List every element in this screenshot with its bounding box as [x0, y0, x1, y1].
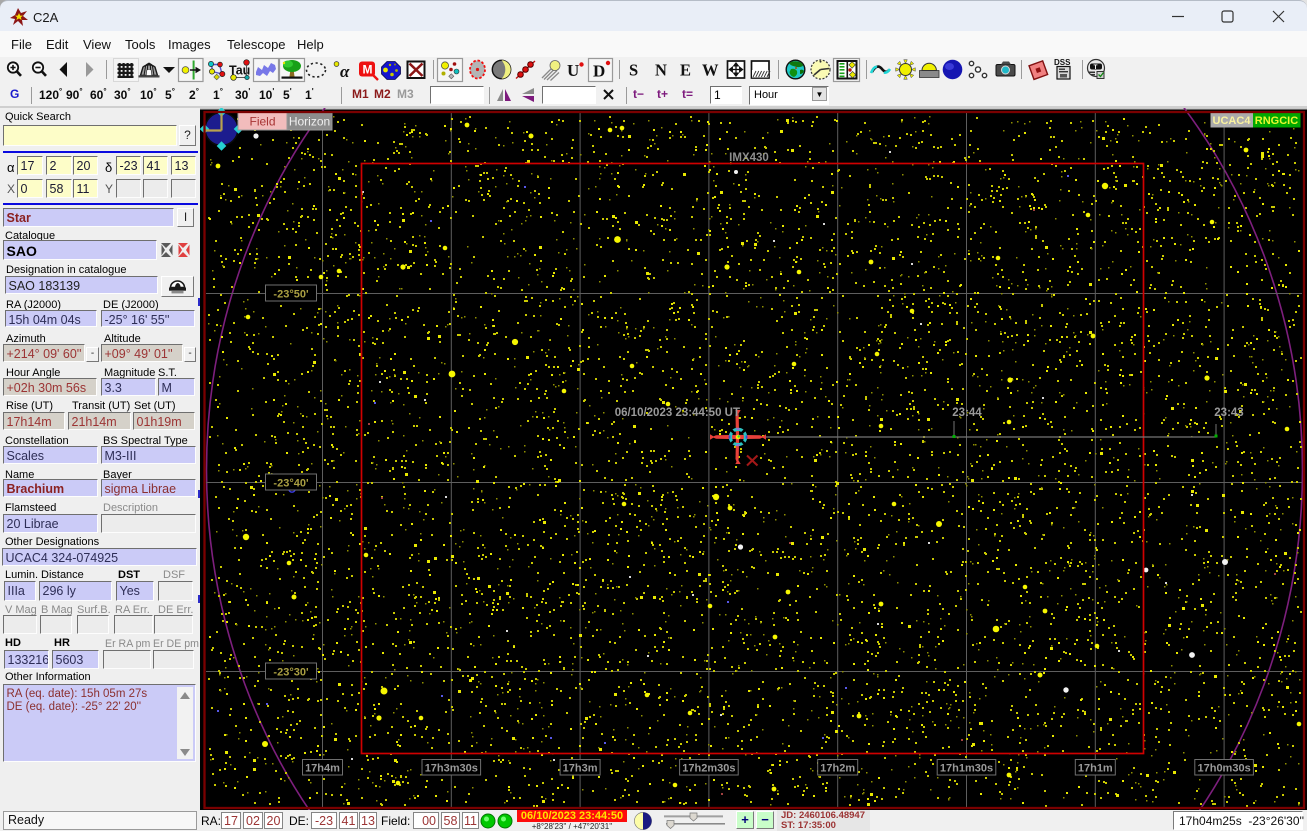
svg-text:-23°30': -23°30': [273, 667, 309, 679]
svg-text:06/10/2023 23:44:50 UT: 06/10/2023 23:44:50 UT: [615, 407, 740, 419]
svg-text:DSS: DSS: [1054, 58, 1071, 67]
svg-text:17h1m30s: 17h1m30s: [940, 763, 993, 775]
svg-text:17h4m: 17h4m: [305, 763, 340, 775]
svg-text:17h3m: 17h3m: [563, 763, 598, 775]
svg-text:17h3m30s: 17h3m30s: [425, 763, 478, 775]
svg-text:U: U: [567, 61, 579, 80]
svg-text:Field: Field: [249, 115, 275, 129]
svg-text:UCAC4: UCAC4: [1213, 115, 1252, 127]
svg-text:N: N: [655, 61, 667, 80]
svg-text:17h2m30s: 17h2m30s: [682, 763, 735, 775]
svg-text:S: S: [629, 61, 638, 80]
svg-text:RNGCIC: RNGCIC: [1255, 115, 1298, 127]
svg-text:IMX430: IMX430: [729, 152, 769, 164]
svg-text:23:44: 23:44: [952, 407, 982, 419]
svg-text:M: M: [363, 63, 373, 77]
svg-text:-23°50': -23°50': [273, 289, 309, 301]
svg-text:-23°40': -23°40': [273, 478, 309, 490]
svg-text:23:43: 23:43: [1214, 407, 1243, 419]
svg-text:17h0m30s: 17h0m30s: [1197, 763, 1250, 775]
svg-text:α: α: [340, 62, 350, 81]
svg-text:W: W: [702, 61, 719, 80]
svg-text:Horizon: Horizon: [289, 115, 330, 129]
svg-text:17h2m: 17h2m: [820, 763, 855, 775]
svg-text:17h1m: 17h1m: [1078, 763, 1113, 775]
svg-text:D: D: [593, 62, 605, 81]
svg-text:T: T: [1094, 64, 1098, 71]
svg-text:E: E: [680, 61, 691, 80]
